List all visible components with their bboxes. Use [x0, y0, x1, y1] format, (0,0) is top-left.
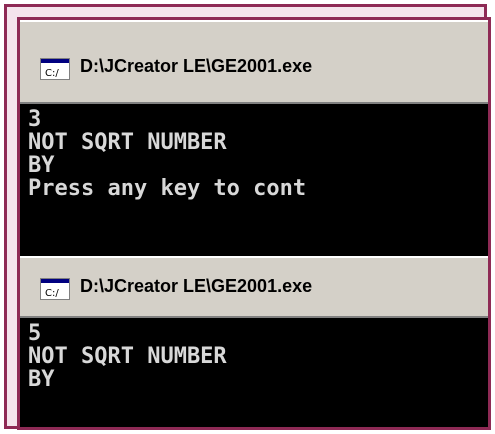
screenshot-area: C:/ D:\JCreator LE\GE2001.exe 3 NOT SQRT…: [17, 17, 491, 430]
window-title: D:\JCreator LE\GE2001.exe: [80, 56, 313, 76]
window-title: D:\JCreator LE\GE2001.exe: [80, 276, 313, 296]
svg-text:C:/: C:/: [45, 68, 59, 79]
console-line: BY: [28, 153, 55, 178]
console-window-2[interactable]: C:/ D:\JCreator LE\GE2001.exe 5 NOT SQRT…: [20, 256, 488, 427]
console-line: 3: [28, 107, 42, 132]
svg-text:C:/: C:/: [45, 288, 59, 299]
window-titlebar[interactable]: C:/ D:\JCreator LE\GE2001.exe: [20, 256, 488, 316]
console-line: NOT SQRT NUMBER: [28, 130, 227, 155]
decorative-frame: C:/ D:\JCreator LE\GE2001.exe 3 NOT SQRT…: [4, 4, 491, 430]
console-output[interactable]: 3 NOT SQRT NUMBER BY Press any key to co…: [20, 102, 488, 256]
console-line: Press any key to cont: [28, 176, 307, 201]
console-window-icon[interactable]: C:/: [40, 278, 70, 300]
console-line: 5: [28, 321, 42, 346]
console-line: BY: [28, 367, 55, 392]
console-window-icon[interactable]: C:/: [40, 58, 70, 80]
console-window-1[interactable]: C:/ D:\JCreator LE\GE2001.exe 3 NOT SQRT…: [20, 20, 488, 256]
console-line: NOT SQRT NUMBER: [28, 344, 227, 369]
window-titlebar[interactable]: C:/ D:\JCreator LE\GE2001.exe: [20, 20, 488, 102]
console-output[interactable]: 5 NOT SQRT NUMBER BY: [20, 316, 488, 427]
